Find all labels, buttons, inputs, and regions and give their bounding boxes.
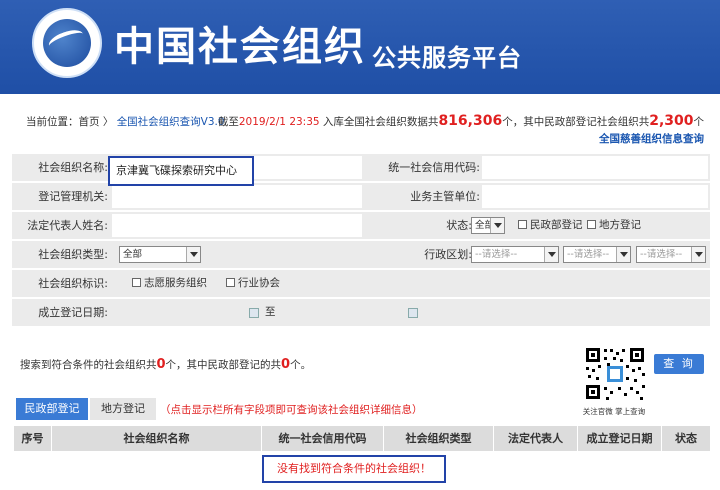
site-subtitle: 公共服务平台	[372, 44, 522, 72]
result-text-3: 个。	[290, 359, 312, 371]
region-district-select[interactable]: --请选择--	[636, 246, 706, 263]
stats-ministry-count: 2,300	[649, 113, 694, 129]
form-row-legal: 法定代表人姓名: 状态: 全部 民政部登记 地方登记	[12, 212, 710, 241]
legal-rep-label: 法定代表人姓名:	[27, 219, 108, 232]
breadcrumb-prefix: 当前位置：	[26, 116, 79, 128]
region-city-select[interactable]: --请选择--	[563, 246, 631, 263]
th-credit-code: 统一社会信用代码	[262, 426, 384, 451]
chevron-down-icon	[691, 247, 705, 262]
industry-checkbox[interactable]	[226, 278, 235, 287]
status-select[interactable]: 全部	[471, 217, 505, 234]
th-org-name: 社会组织名称	[52, 426, 262, 451]
result-text-2: 个，其中民政部登记的共	[165, 359, 282, 371]
chevron-down-icon	[616, 247, 630, 262]
form-row-date: 成立登记日期: 至	[12, 299, 710, 328]
ministry-reg-checkbox[interactable]	[518, 220, 527, 229]
org-type-label: 社会组织类型:	[38, 248, 108, 261]
breadcrumb-current[interactable]: 全国社会组织查询V3.0	[117, 116, 225, 128]
supervisor-label: 业务主管单位:	[410, 190, 480, 203]
th-status: 状态	[675, 432, 697, 445]
qr-caption: 关注官微 掌上查询	[582, 407, 646, 416]
calendar-end-icon[interactable]	[408, 308, 418, 318]
volunteer-checkbox[interactable]	[132, 278, 141, 287]
local-reg-text: 地方登记	[599, 219, 641, 231]
breadcrumb-home-link[interactable]: 首页	[79, 116, 100, 128]
volunteer-option[interactable]: 志愿服务组织	[132, 270, 207, 297]
credit-code-input[interactable]	[482, 156, 708, 179]
th-org-type: 社会组织类型	[384, 426, 494, 451]
form-row-mark: 社会组织标识: 志愿服务组织 行业协会	[12, 270, 710, 299]
region-province-select[interactable]: --请选择--	[471, 246, 559, 263]
stats-prefix: 截至	[217, 116, 239, 128]
result-count: 0	[156, 357, 166, 372]
credit-code-label: 统一社会信用代码:	[388, 161, 480, 174]
site-logo-icon[interactable]	[32, 8, 102, 78]
result-summary: 搜索到符合条件的社会组织共0个，其中民政部登记的共0个。	[20, 357, 311, 372]
th-index: 序号	[14, 426, 52, 451]
stats-date: 2019/2/1 23:35	[238, 116, 320, 128]
org-type-select-value: 全部	[123, 249, 143, 260]
date-to-text: 至	[265, 306, 276, 318]
form-row-type: 社会组织类型: 全部 行政区划: --请选择-- --请选择-- --请选择--	[12, 241, 710, 270]
stats-total-count: 816,306	[438, 113, 503, 129]
no-results-message: 没有找到符合条件的社会组织！	[262, 455, 446, 483]
region-province-placeholder: --请选择--	[475, 249, 518, 260]
found-date-label: 成立登记日期:	[38, 306, 108, 319]
breadcrumb-separator: 〉	[102, 116, 114, 128]
result-text-1: 搜索到符合条件的社会组织共	[20, 359, 157, 371]
supervisor-input[interactable]	[482, 185, 708, 208]
ministry-reg-option[interactable]: 民政部登记	[518, 212, 583, 239]
breadcrumb: 当前位置：首页 〉 全国社会组织查询V3.0	[26, 114, 225, 129]
results-table-header: 序号 社会组织名称 统一社会信用代码 社会组织类型 法定代表人 成立登记日期 状…	[14, 426, 710, 451]
org-name-label: 社会组织名称:	[38, 161, 108, 174]
industry-text: 行业协会	[238, 277, 280, 289]
reg-authority-input[interactable]	[112, 185, 362, 208]
stats-text-1: 入库全国社会组织数据共	[319, 116, 439, 128]
charity-query-link[interactable]: 全国慈善组织信息查询	[218, 131, 704, 146]
qr-code-icon	[582, 345, 648, 403]
volunteer-text: 志愿服务组织	[144, 277, 207, 289]
th-legal-rep: 法定代表人	[494, 426, 578, 451]
chevron-down-icon	[186, 247, 200, 262]
region-district-placeholder: --请选择--	[640, 249, 683, 260]
form-row-authority: 登记管理机关: 业务主管单位:	[12, 183, 710, 212]
legal-rep-input[interactable]	[112, 214, 362, 237]
site-title: 中国社会组织	[114, 24, 366, 70]
th-found-date: 成立登记日期	[578, 426, 662, 451]
reg-authority-label: 登记管理机关:	[38, 190, 108, 203]
stats-suffix: 个	[693, 116, 705, 128]
tab-ministry[interactable]: 民政部登记	[16, 398, 88, 420]
result-ministry-count: 0	[281, 357, 291, 372]
query-button[interactable]: 查 询	[654, 354, 704, 374]
region-label: 行政区划:	[424, 248, 472, 261]
org-name-input[interactable]: 京津冀飞碟探索研究中心	[108, 156, 254, 186]
chevron-down-icon	[490, 218, 504, 233]
local-reg-checkbox[interactable]	[587, 220, 596, 229]
header-banner: 中国社会组织 公共服务平台	[0, 0, 720, 94]
org-type-select[interactable]: 全部	[119, 246, 201, 263]
date-range-area	[112, 301, 362, 324]
calendar-start-icon[interactable]	[249, 308, 259, 318]
org-mark-label: 社会组织标识:	[38, 277, 108, 290]
database-stats: 截至2019/2/1 23:35 入库全国社会组织数据共816,306个，其中民…	[218, 113, 704, 146]
ministry-reg-text: 民政部登记	[530, 219, 583, 231]
tab-hint: （点击显示栏所有字段项即可查询该社会组织详细信息）	[160, 404, 423, 416]
status-label: 状态:	[446, 219, 472, 232]
local-reg-option[interactable]: 地方登记	[587, 212, 641, 239]
chevron-down-icon	[544, 247, 558, 262]
industry-option[interactable]: 行业协会	[226, 270, 280, 297]
region-city-placeholder: --请选择--	[567, 249, 610, 260]
stats-text-2: 个，其中民政部登记社会组织共	[502, 116, 650, 128]
tab-local[interactable]: 地方登记	[90, 398, 156, 420]
